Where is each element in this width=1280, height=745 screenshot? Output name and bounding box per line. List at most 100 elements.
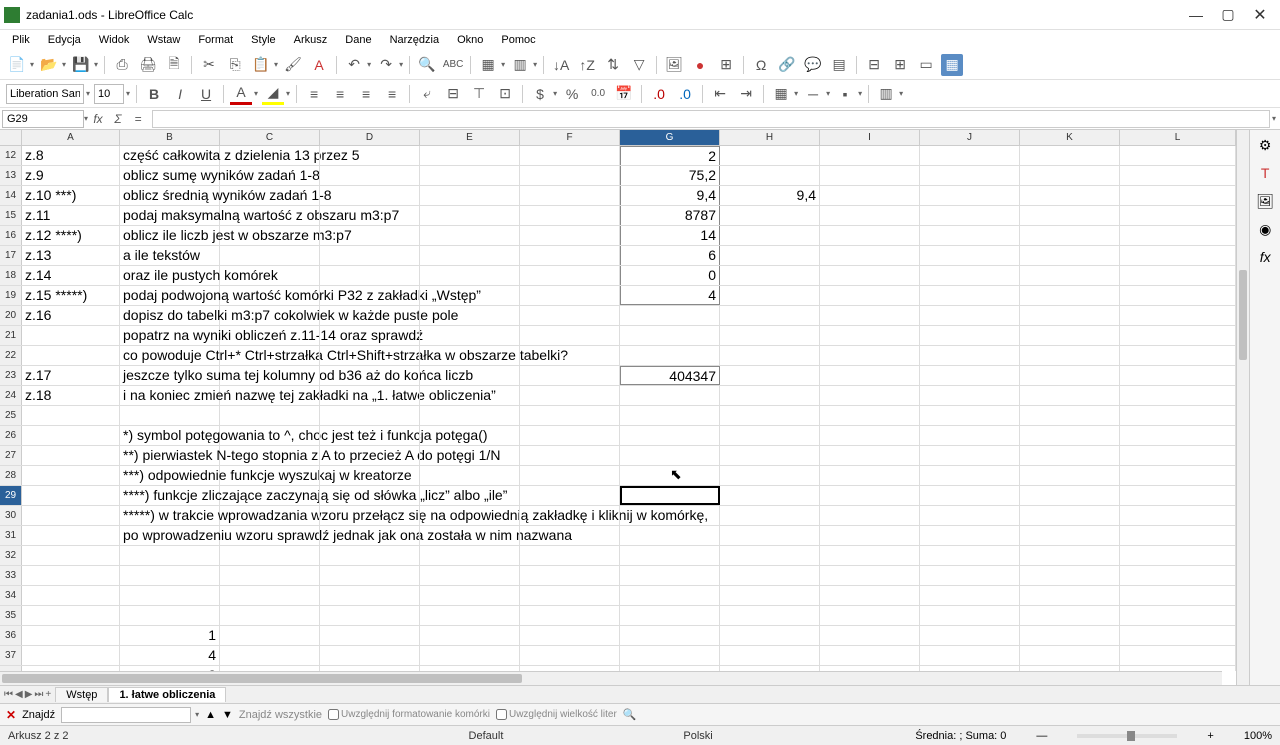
cell-C21[interactable]	[220, 326, 320, 345]
cell-A29[interactable]	[22, 486, 120, 505]
borders-icon[interactable]: ▦	[770, 83, 792, 105]
hyperlink-icon[interactable]: 🔗	[776, 54, 798, 76]
row-28[interactable]: 28***) odpowiednie funkcje wyszukaj w kr…	[0, 466, 1236, 486]
cell-E13[interactable]	[420, 166, 520, 185]
cell-J34[interactable]	[920, 586, 1020, 605]
cell-L32[interactable]	[1120, 546, 1236, 565]
cell-F35[interactable]	[520, 606, 620, 625]
image-icon[interactable]: 🖼	[663, 54, 685, 76]
cell-B24[interactable]: i na koniec zmień nazwę tej zakładki na …	[120, 386, 220, 405]
cell-D36[interactable]	[320, 626, 420, 645]
row-19[interactable]: 19z.15 *****)podaj podwojoną wartość kom…	[0, 286, 1236, 306]
cell-A35[interactable]	[22, 606, 120, 625]
cell-K27[interactable]	[1020, 446, 1120, 465]
cell-D20[interactable]	[320, 306, 420, 325]
cell-B18[interactable]: oraz ile pustych komórek	[120, 266, 220, 285]
cell-A14[interactable]: z.10 ***)	[22, 186, 120, 205]
cell-A32[interactable]	[22, 546, 120, 565]
cell-F17[interactable]	[520, 246, 620, 265]
cell-D33[interactable]	[320, 566, 420, 585]
cell-A20[interactable]: z.16	[22, 306, 120, 325]
cell-A17[interactable]: z.13	[22, 246, 120, 265]
print-preview-icon[interactable]: 🗎	[163, 54, 185, 76]
cell-E26[interactable]	[420, 426, 520, 445]
cell-B25[interactable]	[120, 406, 220, 425]
cell-I19[interactable]	[820, 286, 920, 305]
sort-asc-icon[interactable]: ↓A	[550, 54, 572, 76]
cell-F18[interactable]	[520, 266, 620, 285]
border-style-icon[interactable]: ─	[802, 83, 824, 105]
col-F[interactable]: F	[520, 130, 620, 145]
cell-D35[interactable]	[320, 606, 420, 625]
row-header[interactable]: 17	[0, 246, 22, 265]
cell-G30[interactable]	[620, 506, 720, 525]
row-35[interactable]: 35	[0, 606, 1236, 626]
cell-B31[interactable]: po wprowadzeniu wzoru sprawdź jednak jak…	[120, 526, 220, 545]
col-H[interactable]: H	[720, 130, 820, 145]
cell-K37[interactable]	[1020, 646, 1120, 665]
row-header[interactable]: 32	[0, 546, 22, 565]
cell-E29[interactable]	[420, 486, 520, 505]
cell-C12[interactable]	[220, 146, 320, 165]
cell-D25[interactable]	[320, 406, 420, 425]
cell-B21[interactable]: popatrz na wyniki obliczeń z.11-14 oraz …	[120, 326, 220, 345]
cell-C27[interactable]	[220, 446, 320, 465]
cell-A16[interactable]: z.12 ****)	[22, 226, 120, 245]
cell-J32[interactable]	[920, 546, 1020, 565]
cell-E15[interactable]	[420, 206, 520, 225]
cell-H17[interactable]	[720, 246, 820, 265]
cell-C13[interactable]	[220, 166, 320, 185]
cell-D21[interactable]	[320, 326, 420, 345]
scrollbar-vertical[interactable]	[1236, 130, 1249, 685]
cell-K36[interactable]	[1020, 626, 1120, 645]
freeze-icon[interactable]: ⊟	[863, 54, 885, 76]
cell-E36[interactable]	[420, 626, 520, 645]
row-header[interactable]: 25	[0, 406, 22, 425]
cell-F32[interactable]	[520, 546, 620, 565]
cell-F33[interactable]	[520, 566, 620, 585]
cell-G37[interactable]	[620, 646, 720, 665]
cell-F31[interactable]	[520, 526, 620, 545]
cell-I26[interactable]	[820, 426, 920, 445]
cell-B13[interactable]: oblicz sumę wyników zadań 1-8	[120, 166, 220, 185]
cell-E30[interactable]	[420, 506, 520, 525]
col-B[interactable]: B	[120, 130, 220, 145]
tab-prev-icon[interactable]: ◀	[15, 689, 23, 700]
cell-G25[interactable]	[620, 406, 720, 425]
cell-F22[interactable]	[520, 346, 620, 365]
cell-B36[interactable]: 1	[120, 626, 220, 645]
col-G[interactable]: G	[620, 130, 720, 145]
cell-D15[interactable]	[320, 206, 420, 225]
cell-H13[interactable]	[720, 166, 820, 185]
cell-E14[interactable]	[420, 186, 520, 205]
cell-B33[interactable]	[120, 566, 220, 585]
cell-K33[interactable]	[1020, 566, 1120, 585]
cell-D28[interactable]	[320, 466, 420, 485]
cell-C24[interactable]	[220, 386, 320, 405]
cell-C14[interactable]	[220, 186, 320, 205]
cell-H22[interactable]	[720, 346, 820, 365]
find-prev-icon[interactable]: ▲	[205, 709, 216, 721]
cell-D12[interactable]	[320, 146, 420, 165]
find-icon[interactable]: 🔍	[416, 54, 438, 76]
cell-A30[interactable]	[22, 506, 120, 525]
properties-icon[interactable]: ⚙	[1254, 134, 1276, 156]
minimize-button[interactable]: —	[1180, 3, 1212, 27]
cell-B37[interactable]: 4	[120, 646, 220, 665]
cell-C37[interactable]	[220, 646, 320, 665]
cell-A27[interactable]	[22, 446, 120, 465]
tab-next-icon[interactable]: ▶	[25, 689, 33, 700]
cell-J22[interactable]	[920, 346, 1020, 365]
cell-A12[interactable]: z.8	[22, 146, 120, 165]
cell-J28[interactable]	[920, 466, 1020, 485]
cell-F37[interactable]	[520, 646, 620, 665]
cell-I25[interactable]	[820, 406, 920, 425]
menu-format[interactable]: Format	[190, 32, 241, 48]
cell-B14[interactable]: oblicz średnią wyników zadań 1-8	[120, 186, 220, 205]
indent-dec-icon[interactable]: ⇤	[709, 83, 731, 105]
cell-E12[interactable]	[420, 146, 520, 165]
cell-J37[interactable]	[920, 646, 1020, 665]
cell-F24[interactable]	[520, 386, 620, 405]
font-name-input[interactable]	[6, 84, 84, 104]
row-header[interactable]: 16	[0, 226, 22, 245]
